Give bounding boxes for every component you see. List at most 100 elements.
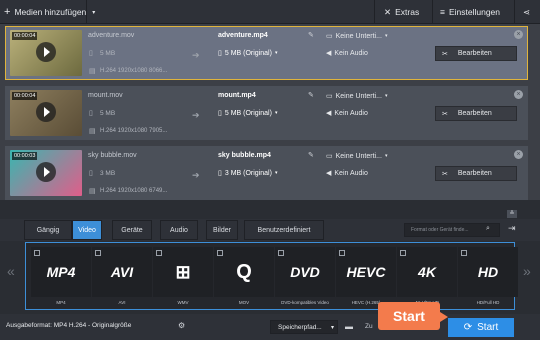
tab-0[interactable]: Gängig [24, 220, 72, 240]
video-thumbnail[interactable]: 00:00:04 [10, 30, 82, 76]
video-thumbnail[interactable]: 00:00:04 [10, 90, 82, 136]
subtitle-dropdown[interactable]: ▭ Keine Unterti... ▾ [326, 32, 388, 41]
source-size: 5 MB [100, 50, 116, 57]
device-detect-icon[interactable]: ⇥ [508, 223, 522, 237]
tab-2[interactable]: Geräte [112, 220, 152, 240]
file-row[interactable]: 00:00:03 sky bubble.mov ▯ 3 MB ▤ H.264 1… [5, 146, 528, 200]
film-icon: ▤ [89, 188, 96, 195]
file-list: 00:00:04 adventure.mov ▯ 5 MB ▤ H.264 19… [0, 24, 540, 200]
chevron-down-icon: ▾ [274, 50, 278, 56]
output-size-button[interactable]: ▯ 3 MB (Original) ▾ [218, 169, 277, 178]
format-label: DVD-kompatibles Video [281, 300, 329, 305]
format-tile[interactable]: DVD [275, 247, 335, 297]
checkbox[interactable] [95, 250, 101, 256]
save-path-button[interactable]: Speicherpfad... ▾ [270, 320, 338, 334]
search-icon[interactable]: ⌕ [486, 225, 497, 235]
checkbox[interactable] [34, 250, 40, 256]
extras-label: Extras [395, 7, 420, 17]
edit-button[interactable]: ✂ Bearbeiten [435, 166, 517, 181]
file-icon: ▯ [89, 110, 93, 117]
add-media-button[interactable]: + Medien hinzufügen ▾ [4, 0, 95, 24]
audio-dropdown[interactable]: ◀ Kein Audio [326, 169, 368, 178]
checkbox[interactable] [461, 250, 467, 256]
scissors-icon: ✂ [442, 50, 448, 58]
play-icon[interactable] [36, 42, 56, 62]
duration-label: 00:00:04 [12, 32, 38, 40]
audio-label: Kein Audio [334, 109, 368, 117]
subtitle-dropdown[interactable]: ▭ Keine Unterti... ▾ [326, 92, 387, 101]
checkbox[interactable] [400, 250, 406, 256]
pencil-icon[interactable]: ✎ [308, 91, 314, 99]
pencil-icon[interactable]: ✎ [308, 151, 314, 159]
extras-button[interactable]: ✕ Extras [384, 0, 419, 24]
checkbox[interactable] [278, 250, 284, 256]
checkbox[interactable] [339, 250, 345, 256]
file-row[interactable]: 00:00:04 adventure.mov ▯ 5 MB ▤ H.264 19… [5, 26, 528, 80]
subtitle-icon: ▭ [326, 93, 333, 100]
format-logo: HEVC [346, 264, 386, 280]
speaker-icon: ◀ [326, 50, 332, 57]
play-icon[interactable] [36, 102, 56, 122]
source-size: 5 MB [100, 110, 116, 117]
format-tile[interactable]: ⊞ [153, 247, 213, 297]
duration-label: 00:00:03 [12, 152, 38, 160]
tab-4[interactable]: Bilder [206, 220, 238, 240]
chevrons-icon: ≚ [509, 211, 515, 217]
close-icon[interactable]: × [514, 30, 523, 39]
divider [0, 200, 540, 218]
source-size: 3 MB [100, 170, 116, 177]
edit-button[interactable]: ✂ Bearbeiten [435, 106, 517, 121]
video-thumbnail[interactable]: 00:00:03 [10, 150, 82, 196]
audio-dropdown[interactable]: ◀ Kein Audio [326, 109, 368, 118]
quicktime-logo-icon: Q [236, 260, 252, 283]
format-label: AVI [118, 300, 126, 305]
output-size-button[interactable]: ▯ 5 MB (Original) ▾ [218, 49, 278, 58]
start-button[interactable]: ⟳ Start [448, 318, 514, 337]
chevron-down-icon: ▾ [384, 33, 388, 39]
pencil-icon[interactable]: ✎ [308, 31, 314, 39]
tools-icon: ✕ [384, 6, 392, 17]
scissors-icon: ✂ [442, 110, 448, 118]
collapse-panel-button[interactable]: ≚ [507, 210, 517, 218]
file-row[interactable]: 00:00:04 mount.mov ▯ 5 MB ▤ H.264 1920x1… [5, 86, 528, 140]
format-tile[interactable]: HD [458, 247, 518, 297]
format-tile[interactable]: Q [214, 247, 274, 297]
prev-formats-icon[interactable]: « [7, 263, 15, 279]
edit-label: Bearbeiten [457, 110, 492, 117]
format-logo: MP4 [46, 264, 76, 280]
format-label: WMV [177, 300, 189, 305]
subtitle-dropdown[interactable]: ▭ Keine Unterti... ▾ [326, 152, 388, 161]
subtitle-icon: ▭ [326, 33, 333, 40]
tab-1[interactable]: Video [72, 220, 102, 240]
tab-5[interactable]: Benutzerdefiniert [244, 220, 324, 240]
format-label: HD/Full HD [476, 300, 500, 305]
share-icon: ⋖ [523, 6, 531, 17]
close-icon[interactable]: × [514, 90, 523, 99]
checkbox[interactable] [156, 250, 162, 256]
format-tile[interactable]: MP4 [31, 247, 91, 297]
share-button[interactable]: ⋖ [523, 0, 530, 24]
chevron-down-icon: ▾ [92, 9, 96, 16]
film-icon: ▤ [89, 68, 96, 75]
edit-button[interactable]: ✂ Bearbeiten [435, 46, 517, 61]
gear-icon[interactable]: ⚙ [178, 321, 188, 331]
format-tile[interactable]: AVI [92, 247, 152, 297]
tab-3[interactable]: Audio [160, 220, 198, 240]
chevron-down-icon: ▾ [330, 324, 334, 331]
output-size-button[interactable]: ▯ 5 MB (Original) ▾ [218, 109, 277, 118]
format-logo: DVD [290, 264, 320, 280]
format-search-input[interactable]: Format oder Gerät finde... ⌕ [404, 223, 500, 237]
next-formats-icon[interactable]: » [523, 263, 531, 279]
format-tile[interactable]: HEVC [336, 247, 396, 297]
audio-dropdown[interactable]: ◀ Kein Audio [326, 49, 368, 58]
audio-label: Kein Audio [334, 169, 368, 177]
folder-icon[interactable]: ▬ [345, 322, 353, 331]
play-icon[interactable] [36, 162, 56, 182]
start-label: Start [477, 322, 499, 333]
close-icon[interactable]: × [514, 150, 523, 159]
checkbox[interactable] [217, 250, 223, 256]
settings-button[interactable]: ≡ Einstellungen [440, 0, 500, 24]
chevron-down-icon: ▾ [384, 153, 388, 159]
format-tile[interactable]: 4K [397, 247, 457, 297]
output-size-label: 5 MB (Original) [224, 49, 272, 57]
